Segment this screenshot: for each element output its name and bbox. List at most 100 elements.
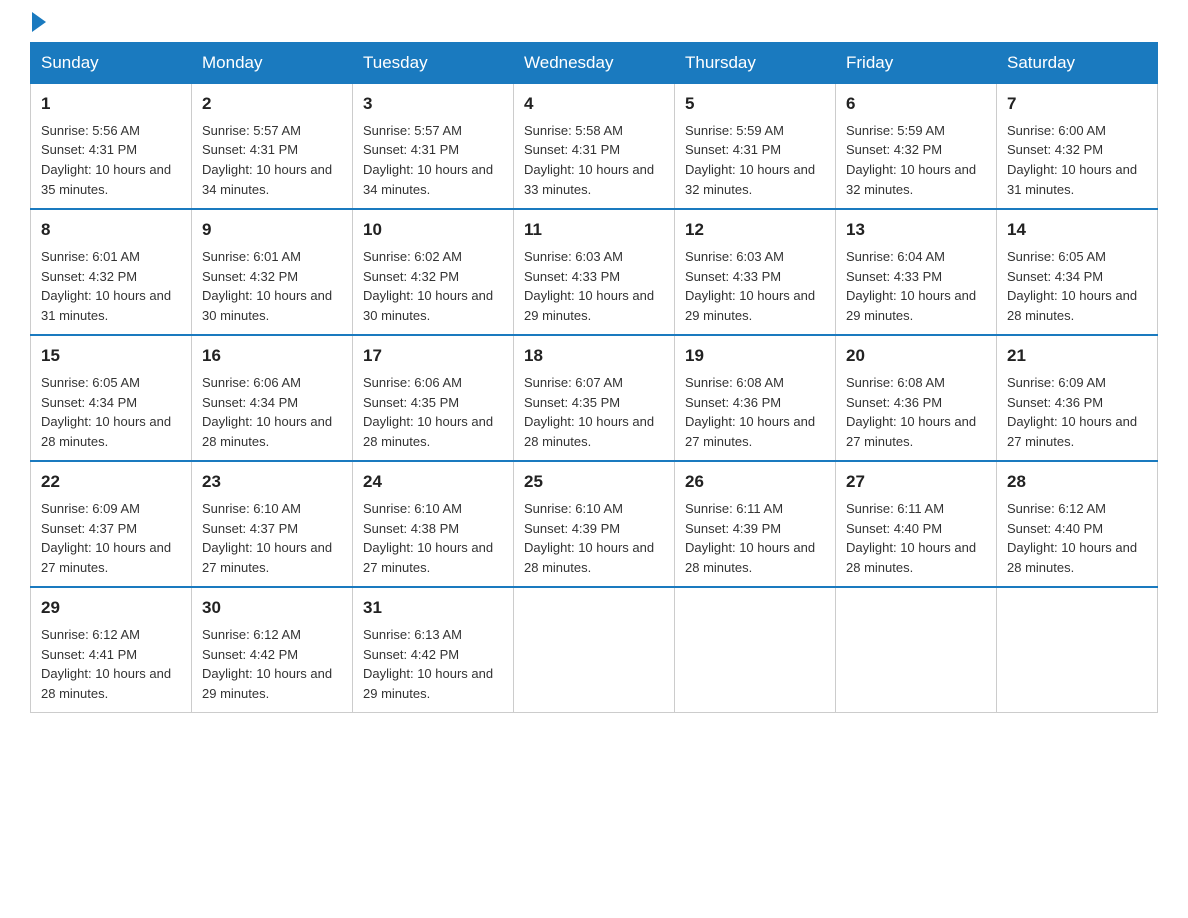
calendar-cell (836, 587, 997, 713)
calendar-cell: 8 Sunrise: 6:01 AMSunset: 4:32 PMDaylight… (31, 209, 192, 335)
calendar-cell: 25 Sunrise: 6:10 AMSunset: 4:39 PMDayligh… (514, 461, 675, 587)
day-info: Sunrise: 6:04 AMSunset: 4:33 PMDaylight:… (846, 249, 976, 324)
logo (30, 20, 46, 32)
day-info: Sunrise: 6:08 AMSunset: 4:36 PMDaylight:… (846, 375, 976, 450)
week-row-4: 22 Sunrise: 6:09 AMSunset: 4:37 PMDayligh… (31, 461, 1158, 587)
calendar-body: 1 Sunrise: 5:56 AMSunset: 4:31 PMDaylight… (31, 84, 1158, 713)
day-number: 17 (363, 344, 503, 369)
day-number: 3 (363, 92, 503, 117)
day-number: 6 (846, 92, 986, 117)
day-number: 8 (41, 218, 181, 243)
calendar-cell (514, 587, 675, 713)
day-number: 4 (524, 92, 664, 117)
header-row: SundayMondayTuesdayWednesdayThursdayFrid… (31, 43, 1158, 84)
day-info: Sunrise: 6:12 AMSunset: 4:41 PMDaylight:… (41, 627, 171, 702)
day-number: 13 (846, 218, 986, 243)
day-number: 31 (363, 596, 503, 621)
calendar-cell: 30 Sunrise: 6:12 AMSunset: 4:42 PMDayligh… (192, 587, 353, 713)
calendar-cell: 26 Sunrise: 6:11 AMSunset: 4:39 PMDayligh… (675, 461, 836, 587)
day-number: 12 (685, 218, 825, 243)
day-number: 2 (202, 92, 342, 117)
calendar-cell: 10 Sunrise: 6:02 AMSunset: 4:32 PMDayligh… (353, 209, 514, 335)
calendar-cell: 5 Sunrise: 5:59 AMSunset: 4:31 PMDaylight… (675, 84, 836, 210)
day-info: Sunrise: 6:10 AMSunset: 4:38 PMDaylight:… (363, 501, 493, 576)
day-number: 28 (1007, 470, 1147, 495)
calendar-cell: 31 Sunrise: 6:13 AMSunset: 4:42 PMDayligh… (353, 587, 514, 713)
calendar-cell: 29 Sunrise: 6:12 AMSunset: 4:41 PMDayligh… (31, 587, 192, 713)
calendar-cell: 3 Sunrise: 5:57 AMSunset: 4:31 PMDaylight… (353, 84, 514, 210)
day-info: Sunrise: 6:10 AMSunset: 4:39 PMDaylight:… (524, 501, 654, 576)
day-number: 26 (685, 470, 825, 495)
week-row-5: 29 Sunrise: 6:12 AMSunset: 4:41 PMDayligh… (31, 587, 1158, 713)
day-info: Sunrise: 6:09 AMSunset: 4:37 PMDaylight:… (41, 501, 171, 576)
day-info: Sunrise: 5:59 AMSunset: 4:31 PMDaylight:… (685, 123, 815, 198)
header-day-wednesday: Wednesday (514, 43, 675, 84)
day-info: Sunrise: 6:11 AMSunset: 4:39 PMDaylight:… (685, 501, 815, 576)
day-info: Sunrise: 6:06 AMSunset: 4:34 PMDaylight:… (202, 375, 332, 450)
day-number: 15 (41, 344, 181, 369)
day-info: Sunrise: 6:13 AMSunset: 4:42 PMDaylight:… (363, 627, 493, 702)
day-number: 25 (524, 470, 664, 495)
logo-triangle-icon (32, 12, 46, 32)
calendar-cell: 28 Sunrise: 6:12 AMSunset: 4:40 PMDayligh… (997, 461, 1158, 587)
day-number: 30 (202, 596, 342, 621)
day-info: Sunrise: 6:02 AMSunset: 4:32 PMDaylight:… (363, 249, 493, 324)
day-number: 16 (202, 344, 342, 369)
day-info: Sunrise: 5:56 AMSunset: 4:31 PMDaylight:… (41, 123, 171, 198)
calendar-cell (997, 587, 1158, 713)
calendar-cell: 13 Sunrise: 6:04 AMSunset: 4:33 PMDayligh… (836, 209, 997, 335)
day-number: 11 (524, 218, 664, 243)
day-number: 1 (41, 92, 181, 117)
day-info: Sunrise: 6:01 AMSunset: 4:32 PMDaylight:… (202, 249, 332, 324)
day-info: Sunrise: 6:11 AMSunset: 4:40 PMDaylight:… (846, 501, 976, 576)
day-info: Sunrise: 6:07 AMSunset: 4:35 PMDaylight:… (524, 375, 654, 450)
day-info: Sunrise: 6:05 AMSunset: 4:34 PMDaylight:… (1007, 249, 1137, 324)
day-info: Sunrise: 6:01 AMSunset: 4:32 PMDaylight:… (41, 249, 171, 324)
day-info: Sunrise: 6:05 AMSunset: 4:34 PMDaylight:… (41, 375, 171, 450)
calendar-cell: 19 Sunrise: 6:08 AMSunset: 4:36 PMDayligh… (675, 335, 836, 461)
day-info: Sunrise: 6:09 AMSunset: 4:36 PMDaylight:… (1007, 375, 1137, 450)
day-info: Sunrise: 6:10 AMSunset: 4:37 PMDaylight:… (202, 501, 332, 576)
day-number: 24 (363, 470, 503, 495)
day-number: 19 (685, 344, 825, 369)
day-info: Sunrise: 6:00 AMSunset: 4:32 PMDaylight:… (1007, 123, 1137, 198)
header-day-tuesday: Tuesday (353, 43, 514, 84)
calendar-header: SundayMondayTuesdayWednesdayThursdayFrid… (31, 43, 1158, 84)
calendar-cell: 17 Sunrise: 6:06 AMSunset: 4:35 PMDayligh… (353, 335, 514, 461)
day-info: Sunrise: 6:03 AMSunset: 4:33 PMDaylight:… (685, 249, 815, 324)
calendar-cell: 23 Sunrise: 6:10 AMSunset: 4:37 PMDayligh… (192, 461, 353, 587)
calendar-cell: 20 Sunrise: 6:08 AMSunset: 4:36 PMDayligh… (836, 335, 997, 461)
day-info: Sunrise: 6:08 AMSunset: 4:36 PMDaylight:… (685, 375, 815, 450)
calendar-cell: 9 Sunrise: 6:01 AMSunset: 4:32 PMDaylight… (192, 209, 353, 335)
day-number: 27 (846, 470, 986, 495)
day-number: 10 (363, 218, 503, 243)
calendar-cell: 11Sunrise: 6:03 AMSunset: 4:33 PMDayligh… (514, 209, 675, 335)
day-number: 20 (846, 344, 986, 369)
header-day-monday: Monday (192, 43, 353, 84)
day-info: Sunrise: 6:06 AMSunset: 4:35 PMDaylight:… (363, 375, 493, 450)
day-number: 21 (1007, 344, 1147, 369)
day-info: Sunrise: 5:59 AMSunset: 4:32 PMDaylight:… (846, 123, 976, 198)
day-number: 23 (202, 470, 342, 495)
calendar-cell: 7Sunrise: 6:00 AMSunset: 4:32 PMDaylight… (997, 84, 1158, 210)
day-info: Sunrise: 5:57 AMSunset: 4:31 PMDaylight:… (202, 123, 332, 198)
calendar-cell: 1 Sunrise: 5:56 AMSunset: 4:31 PMDaylight… (31, 84, 192, 210)
day-number: 5 (685, 92, 825, 117)
day-number: 9 (202, 218, 342, 243)
calendar-cell: 4Sunrise: 5:58 AMSunset: 4:31 PMDaylight… (514, 84, 675, 210)
calendar-table: SundayMondayTuesdayWednesdayThursdayFrid… (30, 42, 1158, 713)
calendar-cell: 18Sunrise: 6:07 AMSunset: 4:35 PMDayligh… (514, 335, 675, 461)
day-info: Sunrise: 6:12 AMSunset: 4:40 PMDaylight:… (1007, 501, 1137, 576)
calendar-cell: 14 Sunrise: 6:05 AMSunset: 4:34 PMDayligh… (997, 209, 1158, 335)
calendar-cell: 24 Sunrise: 6:10 AMSunset: 4:38 PMDayligh… (353, 461, 514, 587)
day-info: Sunrise: 5:57 AMSunset: 4:31 PMDaylight:… (363, 123, 493, 198)
day-number: 14 (1007, 218, 1147, 243)
day-number: 22 (41, 470, 181, 495)
header-day-saturday: Saturday (997, 43, 1158, 84)
calendar-cell: 15 Sunrise: 6:05 AMSunset: 4:34 PMDayligh… (31, 335, 192, 461)
day-number: 29 (41, 596, 181, 621)
week-row-1: 1 Sunrise: 5:56 AMSunset: 4:31 PMDaylight… (31, 84, 1158, 210)
header-day-friday: Friday (836, 43, 997, 84)
page-header (30, 20, 1158, 32)
day-info: Sunrise: 6:12 AMSunset: 4:42 PMDaylight:… (202, 627, 332, 702)
